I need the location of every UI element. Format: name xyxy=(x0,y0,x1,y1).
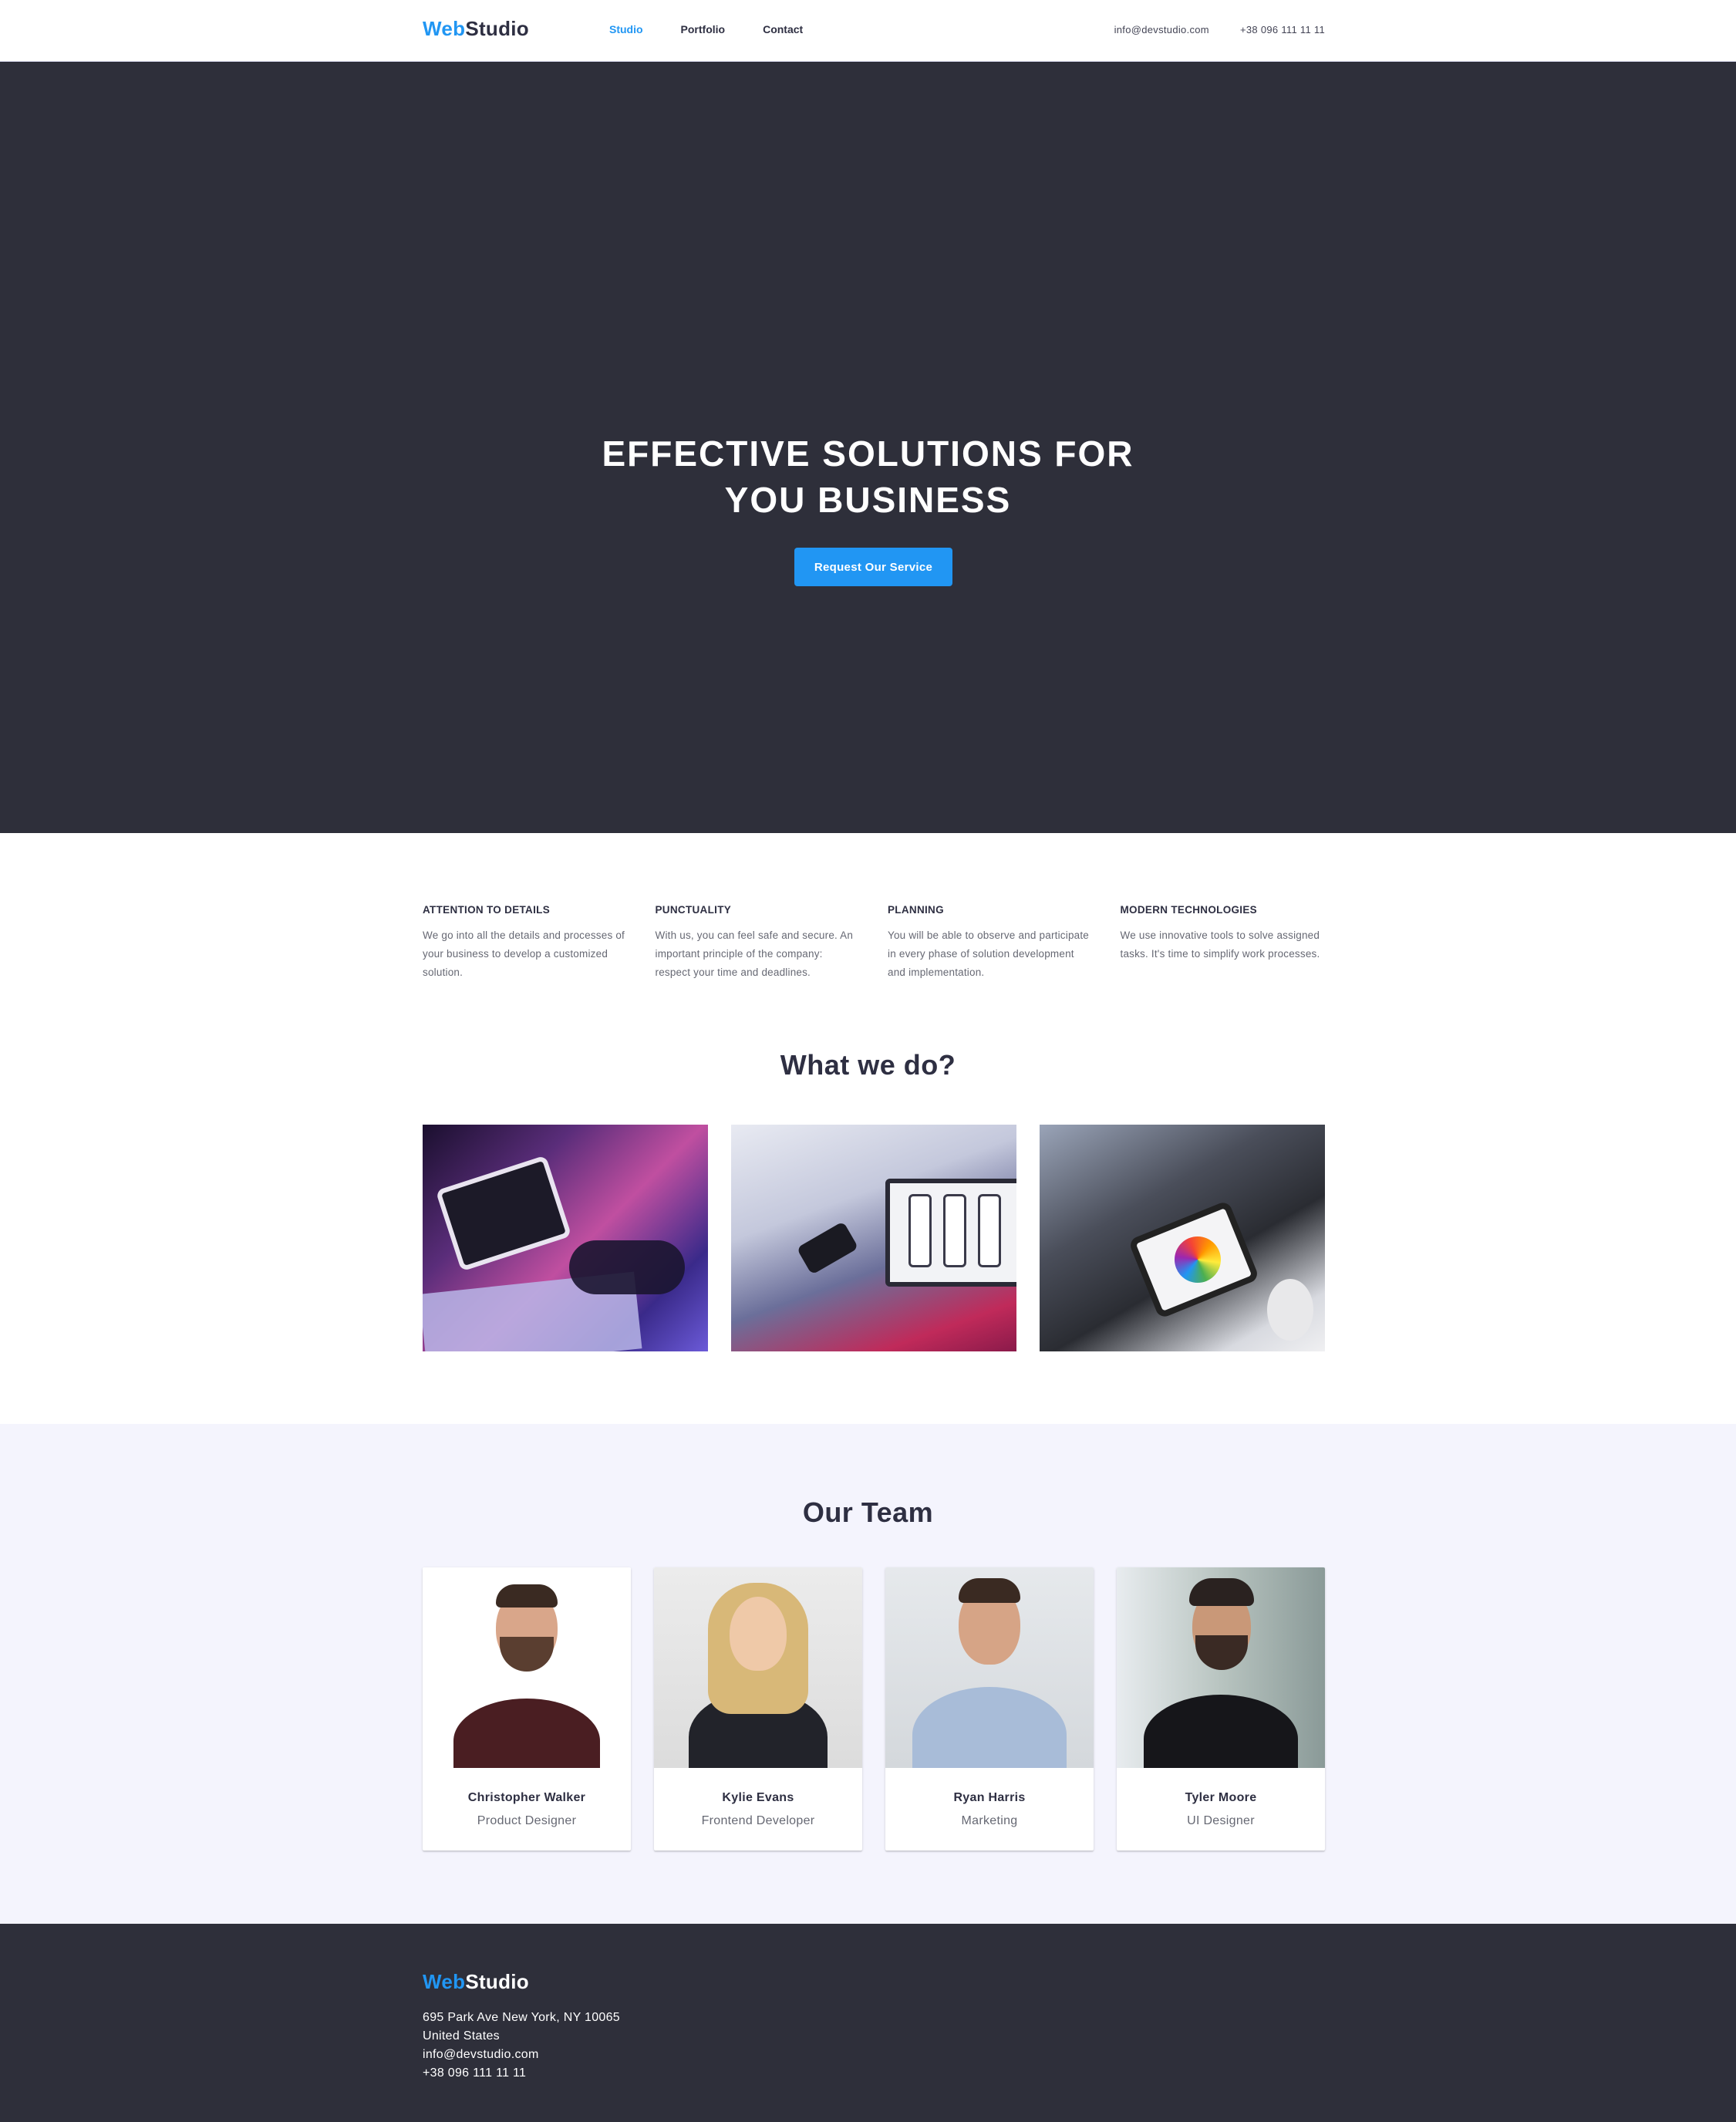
footer-logo[interactable]: WebStudio xyxy=(423,1970,529,1994)
header-contacts: info@devstudio.com +38 096 111 11 11 xyxy=(1114,24,1325,35)
feature-text: We go into all the details and processes… xyxy=(423,929,625,978)
team-member-photo xyxy=(423,1567,631,1768)
hero-title-line1: EFFECTIVE SOLUTIONS FOR xyxy=(602,434,1134,474)
team-member-role: Frontend Developer xyxy=(701,1814,815,1827)
feature-title: ATTENTION TO DETAILS xyxy=(423,904,550,916)
hero-title-line2: YOU BUSINESS xyxy=(724,480,1012,520)
footer-address: 695 Park Ave New York, NY 10065 United S… xyxy=(423,2009,620,2083)
team-member-role: Product Designer xyxy=(477,1814,577,1827)
feature-item: PUNCTUALITY With us, you can feel safe a… xyxy=(656,904,861,982)
request-service-button[interactable]: Request Our Service xyxy=(794,548,952,586)
team-member-role: UI Designer xyxy=(1187,1814,1255,1827)
feature-item: MODERN TECHNOLOGIES We use innovative to… xyxy=(1121,904,1326,982)
features-list: ATTENTION TO DETAILS We go into all the … xyxy=(423,904,1325,982)
team-title: Our Team xyxy=(802,1496,934,1528)
footer-logo-rest: Studio xyxy=(465,1970,529,1993)
team-card: Ryan Harris Marketing xyxy=(885,1567,1094,1850)
footer-logo-accent: Web xyxy=(423,1970,466,1993)
team-member-photo xyxy=(885,1567,1094,1768)
header-phone-link[interactable]: +38 096 111 11 11 xyxy=(1240,24,1325,35)
feature-text: With us, you can feel safe and secure. A… xyxy=(655,929,854,978)
coding-tablet-image xyxy=(423,1125,708,1351)
nav-link-studio[interactable]: Studio xyxy=(609,23,643,35)
team-member-name: Ryan Harris xyxy=(953,1791,1026,1804)
feature-title: PUNCTUALITY xyxy=(655,904,732,916)
team-member-name: Christopher Walker xyxy=(467,1791,586,1804)
feature-item: PLANNING You will be able to observe and… xyxy=(888,904,1093,982)
team-card: Kylie Evans Frontend Developer xyxy=(654,1567,862,1850)
nav-link-portfolio[interactable]: Portfolio xyxy=(681,23,726,35)
footer-email-link[interactable]: info@devstudio.com xyxy=(423,2046,620,2064)
footer-phone-link[interactable]: +38 096 111 11 11 xyxy=(423,2064,620,2083)
team-member-photo xyxy=(1117,1567,1325,1768)
team-member-photo xyxy=(654,1567,862,1768)
team-member-name: Tyler Moore xyxy=(1185,1791,1257,1804)
logo[interactable]: WebStudio xyxy=(423,17,529,41)
feature-item: ATTENTION TO DETAILS We go into all the … xyxy=(423,904,628,982)
main-nav: Studio Portfolio Contact xyxy=(609,23,803,35)
nav-link-contact[interactable]: Contact xyxy=(763,23,803,35)
logo-accent: Web xyxy=(423,17,466,40)
team-list: Christopher Walker Product Designer Kyli… xyxy=(423,1567,1325,1850)
hero-title: EFFECTIVE SOLUTIONS FOR YOU BUSINESS xyxy=(0,430,1736,523)
app-design-laptop-image xyxy=(731,1125,1016,1351)
hero-section: EFFECTIVE SOLUTIONS FOR YOU BUSINESS Req… xyxy=(0,62,1736,833)
footer-address-line1[interactable]: 695 Park Ave New York, NY 10065 xyxy=(423,2009,620,2027)
feature-title: PLANNING xyxy=(888,904,944,916)
team-member-role: Marketing xyxy=(961,1814,1018,1827)
footer-address-line2[interactable]: United States xyxy=(423,2027,620,2046)
what-we-do-title: What we do? xyxy=(780,1049,956,1081)
feature-text: We use innovative tools to solve assigne… xyxy=(1120,929,1320,960)
team-member-name: Kylie Evans xyxy=(722,1791,794,1804)
logo-rest: Studio xyxy=(465,17,529,40)
color-tablet-image xyxy=(1040,1125,1325,1351)
team-card: Christopher Walker Product Designer xyxy=(423,1567,631,1850)
header-email-link[interactable]: info@devstudio.com xyxy=(1114,24,1209,35)
what-we-do-gallery xyxy=(423,1125,1325,1351)
feature-text: You will be able to observe and particip… xyxy=(888,929,1090,978)
team-card: Tyler Moore UI Designer xyxy=(1117,1567,1325,1850)
site-footer: WebStudio 695 Park Ave New York, NY 1006… xyxy=(0,1924,1736,2122)
feature-title: MODERN TECHNOLOGIES xyxy=(1120,904,1257,916)
site-header: WebStudio Studio Portfolio Contact info@… xyxy=(0,0,1736,62)
